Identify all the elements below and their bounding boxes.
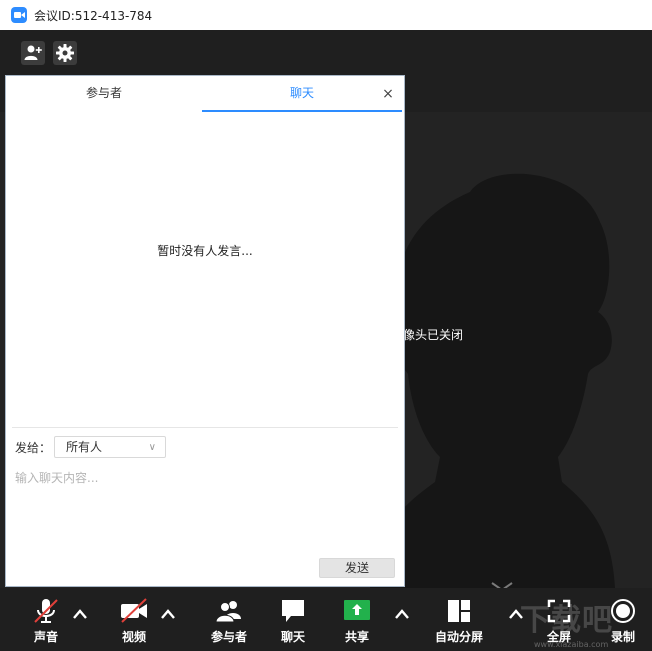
add-user-icon <box>24 45 42 60</box>
video-off-icon <box>121 598 147 623</box>
chat-panel: 参与者 聊天 × 暂时没有人发言... 发给： 所有人 ∨ 发送 <box>5 75 405 587</box>
share-screen-icon <box>344 600 370 620</box>
empty-chat-message: 暂时没有人发言... <box>157 244 253 258</box>
tab-chat[interactable]: 聊天 <box>202 76 402 112</box>
chat-label: 聊天 <box>280 630 305 644</box>
title-bar: 会议ID:512-413-784 <box>0 0 652 30</box>
settings-button[interactable] <box>53 41 77 65</box>
gear-icon <box>56 44 74 62</box>
share-button[interactable]: 共享 <box>334 588 380 651</box>
participants-label: 参与者 <box>210 630 247 644</box>
watermark: 下载吧 <box>520 603 613 638</box>
share-options-chevron-up-icon[interactable] <box>394 608 410 620</box>
participants-button[interactable]: 参与者 <box>204 588 254 651</box>
participants-icon <box>215 601 241 623</box>
send-to-label: 发给： <box>15 441 52 455</box>
share-label: 共享 <box>344 630 369 644</box>
chat-input[interactable] <box>15 468 395 488</box>
chat-button[interactable]: 聊天 <box>270 588 316 651</box>
split-layout-icon <box>448 600 470 622</box>
video-options-chevron-up-icon[interactable] <box>160 608 176 620</box>
video-button[interactable]: 视频 <box>110 588 158 651</box>
zoom-logo-icon <box>11 7 27 23</box>
panel-tabs: 参与者 聊天 × <box>6 76 404 112</box>
layout-button[interactable]: 自动分屏 <box>428 588 490 651</box>
watermark-url: www.xiazaiba.com <box>534 640 609 649</box>
audio-options-chevron-up-icon[interactable] <box>72 608 88 620</box>
video-label: 视频 <box>121 630 146 644</box>
muted-microphone-icon <box>34 599 58 623</box>
tab-participants[interactable]: 参与者 <box>6 76 202 112</box>
close-icon[interactable]: × <box>378 84 398 104</box>
recipient-value: 所有人 <box>66 440 103 454</box>
recipient-select[interactable]: 所有人 ∨ <box>54 436 166 458</box>
audio-button[interactable]: 声音 <box>22 588 70 651</box>
audio-label: 声音 <box>33 630 58 644</box>
divider <box>12 427 398 428</box>
chevron-down-icon[interactable] <box>490 580 514 588</box>
window-title: 会议ID:512-413-784 <box>34 8 153 23</box>
send-button[interactable]: 发送 <box>319 558 395 578</box>
chat-bubble-icon <box>282 600 304 622</box>
chevron-down-icon: ∨ <box>148 442 156 453</box>
layout-label: 自动分屏 <box>434 630 483 644</box>
camera-off-text: 像头已关闭 <box>403 328 464 342</box>
invite-button[interactable] <box>21 41 45 65</box>
